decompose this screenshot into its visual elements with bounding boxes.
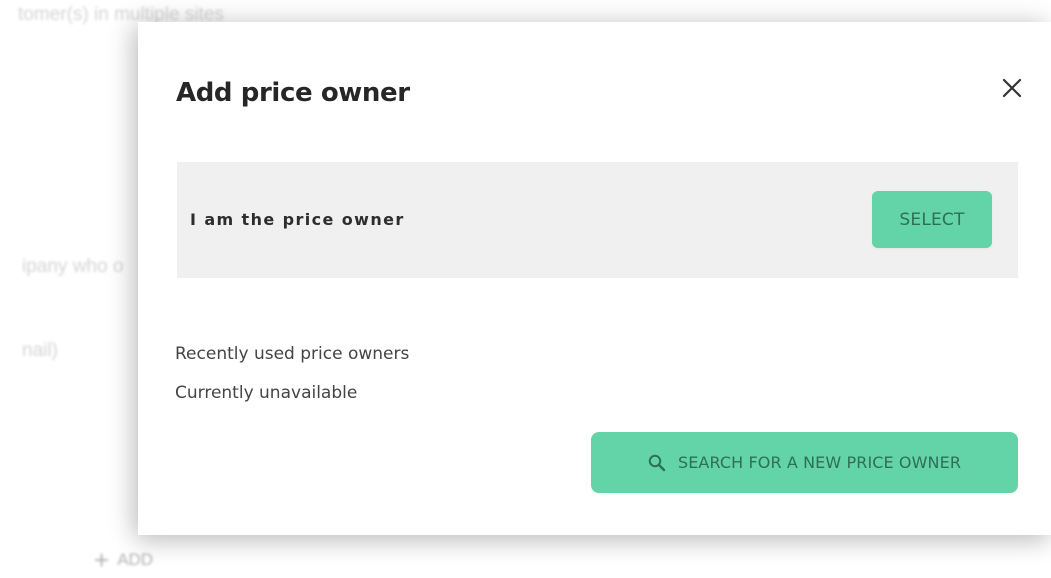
search-new-price-owner-button[interactable]: SEARCH FOR A NEW PRICE OWNER (591, 432, 1018, 493)
select-button[interactable]: SELECT (872, 191, 992, 248)
dialog-title: Add price owner (176, 78, 410, 108)
recent-price-owners-heading: Recently used price owners (175, 344, 410, 364)
background-text-lower: nail) (22, 340, 58, 361)
plus-icon: + (94, 545, 110, 575)
search-new-price-owner-label: SEARCH FOR A NEW PRICE OWNER (677, 453, 962, 472)
self-price-owner-option: I am the price owner SELECT (177, 162, 1018, 278)
background-add-button: + ADD (94, 545, 154, 575)
recent-price-owners-status: Currently unavailable (175, 383, 358, 403)
background-add-label: ADD (117, 550, 154, 569)
search-icon (648, 454, 666, 472)
close-icon (1002, 78, 1022, 98)
close-button[interactable] (996, 72, 1028, 104)
add-price-owner-dialog: Add price owner I am the price owner SEL… (138, 22, 1051, 535)
self-price-owner-label: I am the price owner (190, 210, 405, 229)
background-text-middle: ipany who o (22, 256, 124, 277)
